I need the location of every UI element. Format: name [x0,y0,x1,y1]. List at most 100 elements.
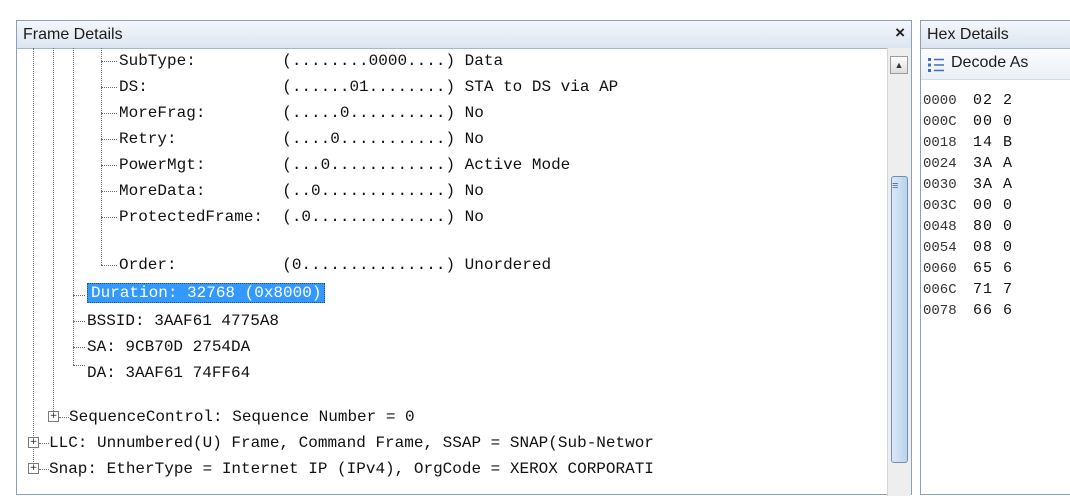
hex-row[interactable]: 0018 14 B [923,133,1013,153]
tree-row[interactable]: MoreFrag: (.....0..........) No [119,100,484,126]
hex-bytes: 71 7 [973,281,1014,298]
tree-row-text: Snap: EtherType = Internet IP (IPv4), Or… [49,460,654,478]
tree-connector [59,417,69,418]
tree-row-text: MoreFrag: (.....0..........) No [119,104,484,122]
tree-row[interactable]: PowerMgt: (...0............) Active Mode [119,152,570,178]
hex-bytes: 14 B [973,134,1014,151]
tree-guide-line [33,48,34,470]
close-icon[interactable]: × [895,24,905,42]
frame-details-panel: Frame Details × + + + SubType: (........… [16,20,912,496]
tree-connector [101,265,117,266]
tree-connector [39,443,49,444]
frame-details-tree: + + + SubType: (........0000....) Data D… [17,48,885,496]
tree-row-text: Duration: 32768 (0x8000) [87,283,326,303]
scroll-up-arrow-icon[interactable]: ▲ [890,56,908,74]
hex-details-panel: Hex Details Decode As 0000 02 2 000C 00 0 … [920,20,1070,495]
tree-row-text: DA: 3AAF61 74FF64 [87,364,251,382]
hex-bytes: 3A A [973,176,1014,193]
hex-bytes: 80 0 [973,218,1014,235]
tree-guide-line [101,48,102,265]
tree-connector [73,347,85,348]
hex-row[interactable]: 0024 3A A [923,154,1013,174]
tree-connector [101,61,117,62]
hex-bytes: 02 2 [973,92,1014,109]
hex-row[interactable]: 0060 65 6 [923,259,1013,279]
tree-row-text: PowerMgt: (...0............) Active Mode [119,156,571,174]
hex-offset: 003C [923,198,957,214]
hex-details-title: Hex Details [927,26,1009,43]
tree-row-text: LLC: Unnumbered(U) Frame, Command Frame,… [49,434,654,452]
tree-connector [73,295,85,296]
frame-details-titlebar: Frame Details × [17,21,911,49]
scroll-grip-icon: ≡ [892,180,899,192]
tree-row-selected[interactable]: Duration: 32768 (0x8000) [87,280,326,306]
tree-row[interactable]: Snap: EtherType = Internet IP (IPv4), Or… [49,456,654,482]
hex-offset: 0024 [923,156,957,172]
hex-bytes: 65 6 [973,260,1014,277]
hex-row[interactable]: 0054 08 0 [923,238,1013,258]
hex-offset: 0054 [923,240,957,256]
tree-connector [39,469,49,470]
hex-row[interactable]: 0078 66 6 [923,301,1013,321]
tree-row[interactable]: SequenceControl: Sequence Number = 0 [69,404,415,430]
tree-row[interactable]: Retry: (....0...........) No [119,126,484,152]
tree-connector [101,87,117,88]
hex-row[interactable]: 006C 71 7 [923,280,1013,300]
tree-row-text: MoreData: (..0.............) No [119,182,484,200]
hex-offset: 006C [923,282,957,298]
tree-connector [73,321,85,322]
tree-connector [101,217,117,218]
hex-offset: 0078 [923,303,957,319]
tree-row-text: BSSID: 3AAF61 4775A8 [87,312,280,330]
hex-bytes: 08 0 [973,239,1014,256]
hex-bytes: 00 0 [973,113,1014,130]
tree-row-text: Retry: (....0...........) No [119,130,484,148]
hex-offset: 0030 [923,177,957,193]
hex-row[interactable]: 0048 80 0 [923,217,1013,237]
tree-connector [101,113,117,114]
tree-row-text: DS: (......01........) STA to DS via AP [119,78,619,96]
tree-connector [101,139,117,140]
scrollbar-thumb[interactable] [891,176,908,463]
hex-bytes: 00 0 [973,197,1014,214]
hex-toolbar: Decode As [921,49,1070,80]
hex-offset: 0018 [923,135,957,151]
tree-row-text: SubType: (........0000....) Data [119,52,504,70]
expand-icon[interactable]: + [48,411,59,422]
expand-icon[interactable]: + [28,437,39,448]
tree-row-text: ProtectedFrame: (.0..............) No [119,208,484,226]
expand-icon[interactable]: + [28,463,39,474]
tree-row[interactable]: DA: 3AAF61 74FF64 [87,360,250,386]
tree-guide-line [53,48,54,417]
tree-row[interactable]: ProtectedFrame: (.0..............) No [119,204,484,230]
hex-offset: 0060 [923,261,957,277]
tree-row[interactable]: DS: (......01........) STA to DS via AP [119,74,618,100]
hex-offset: 0000 [923,93,957,109]
hex-row[interactable]: 0000 02 2 [923,91,1013,111]
tree-row[interactable]: MoreData: (..0.............) No [119,178,484,204]
hex-row[interactable]: 0030 3A A [923,175,1013,195]
tree-row-text: SA: 9CB70D 2754DA [87,338,251,356]
tree-connector [101,165,117,166]
hex-bytes: 3A A [973,155,1014,172]
tree-row-text: SequenceControl: Sequence Number = 0 [69,408,415,426]
tree-row[interactable]: LLC: Unnumbered(U) Frame, Command Frame,… [49,430,654,456]
tree-row[interactable]: Order: (0...............) Unordered [119,252,551,278]
tree-connector [101,191,117,192]
tree-row[interactable]: SA: 9CB70D 2754DA [87,334,250,360]
decode-as-icon[interactable] [927,57,945,73]
tree-row[interactable]: SubType: (........0000....) Data [119,48,503,74]
tree-row[interactable]: BSSID: 3AAF61 4775A8 [87,308,279,334]
tree-guide-line [73,48,74,365]
tree-connector [73,365,85,366]
hex-row[interactable]: 000C 00 0 [923,112,1013,132]
tree-row-text: Order: (0...............) Unordered [119,256,552,274]
hex-offset: 000C [923,114,957,130]
frame-details-title: Frame Details [23,26,123,43]
hex-details-titlebar: Hex Details [921,21,1070,49]
hex-offset: 0048 [923,219,957,235]
hex-bytes: 66 6 [973,302,1014,319]
decode-as-button[interactable]: Decode As [951,54,1028,72]
vertical-scrollbar[interactable]: ▲ ≡ [887,48,911,496]
hex-row[interactable]: 003C 00 0 [923,196,1013,216]
